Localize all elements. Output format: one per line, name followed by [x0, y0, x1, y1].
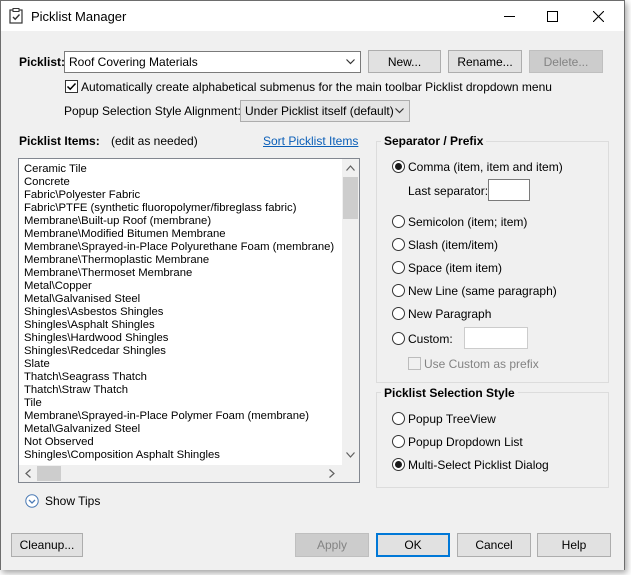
picklist-selected-value: Roof Covering Materials: [69, 55, 198, 69]
list-item[interactable]: Shingles\Redcedar Shingles: [24, 345, 342, 358]
window-title: Picklist Manager: [31, 9, 127, 24]
list-item[interactable]: Membrane\Modified Bitumen Membrane: [24, 228, 342, 241]
radio-slash[interactable]: [392, 238, 405, 251]
list-item[interactable]: Shingles\Asphalt Shingles: [24, 319, 342, 332]
radio-semicolon[interactable]: [392, 215, 405, 228]
scroll-left-icon[interactable]: [25, 469, 31, 478]
rename-picklist-button[interactable]: Rename...: [448, 50, 522, 73]
list-item[interactable]: Membrane\Sprayed-in-Place Polymer Foam (…: [24, 410, 342, 423]
selection-style-title: Picklist Selection Style: [381, 386, 518, 400]
list-item[interactable]: Thatch\Seagrass Thatch: [24, 371, 342, 384]
radio-popup-treeview[interactable]: [392, 412, 405, 425]
radio-comma-label[interactable]: Comma (item, item and item): [408, 160, 563, 174]
sort-picklist-items-link[interactable]: Sort Picklist Items: [263, 134, 358, 148]
radio-new-line[interactable]: [392, 284, 405, 297]
radio-semicolon-label[interactable]: Semicolon (item; item): [408, 215, 527, 229]
use-custom-prefix-checkbox[interactable]: [408, 357, 421, 370]
vertical-scroll-thumb[interactable]: [343, 177, 358, 219]
last-separator-input[interactable]: [488, 179, 530, 201]
radio-new-line-label[interactable]: New Line (same paragraph): [408, 284, 557, 298]
chevron-down-icon: [346, 59, 355, 65]
checkmark-icon: [66, 82, 77, 91]
radio-popup-dropdown-list[interactable]: [392, 435, 405, 448]
minimize-icon: [503, 15, 515, 17]
horizontal-scroll-thumb[interactable]: [37, 466, 61, 481]
maximize-button[interactable]: [529, 1, 575, 31]
radio-space[interactable]: [392, 261, 405, 274]
maximize-icon: [546, 10, 558, 22]
picklist-items-listbox[interactable]: Ceramic Tile Concrete Fabric\Polyester Fab…: [18, 158, 360, 483]
minimize-button[interactable]: [486, 1, 532, 31]
picklist-items-label: Picklist Items:: [19, 134, 100, 148]
picklist-dropdown[interactable]: Roof Covering Materials: [64, 51, 361, 73]
custom-separator-input[interactable]: [464, 327, 528, 349]
close-icon: [592, 10, 604, 22]
list-item[interactable]: Not Observed: [24, 436, 342, 449]
use-custom-prefix-label: Use Custom as prefix: [424, 357, 539, 371]
list-item[interactable]: Metal\Galvanized Steel: [24, 423, 342, 436]
ok-button[interactable]: OK: [376, 533, 450, 557]
radio-popup-treeview-label[interactable]: Popup TreeView: [408, 412, 496, 426]
last-separator-label: Last separator:: [408, 184, 489, 198]
separator-prefix-title: Separator / Prefix: [381, 134, 487, 148]
list-item[interactable]: Tile: [24, 397, 342, 410]
list-item[interactable]: Metal\Copper: [24, 280, 342, 293]
close-button[interactable]: [575, 1, 621, 31]
list-item[interactable]: Membrane\Sprayed-in-Place Polyurethane F…: [24, 241, 342, 254]
radio-multi-select-dialog[interactable]: [392, 458, 405, 471]
clipboard-check-icon: [9, 8, 23, 24]
vertical-scrollbar[interactable]: [342, 159, 359, 465]
list-item[interactable]: Slate: [24, 358, 342, 371]
list-item[interactable]: Concrete: [24, 176, 342, 189]
radio-slash-label[interactable]: Slash (item/item): [408, 238, 498, 252]
picklist-label: Picklist:: [19, 55, 66, 69]
horizontal-scrollbar[interactable]: [19, 465, 342, 482]
list-item[interactable]: Shingles\Hardwood Shingles: [24, 332, 342, 345]
show-tips-label[interactable]: Show Tips: [45, 494, 100, 508]
popup-alignment-label: Popup Selection Style Alignment:: [64, 104, 241, 118]
radio-popup-dropdown-list-label[interactable]: Popup Dropdown List: [408, 435, 523, 449]
radio-multi-select-dialog-label[interactable]: Multi-Select Picklist Dialog: [408, 458, 549, 472]
radio-new-paragraph[interactable]: [392, 307, 405, 320]
list-item[interactable]: Ceramic Tile: [24, 163, 342, 176]
chevron-down-icon: [395, 108, 404, 114]
delete-picklist-button[interactable]: Delete...: [529, 50, 603, 73]
title-bar[interactable]: Picklist Manager: [1, 1, 624, 31]
chevron-circle-down-icon[interactable]: [25, 494, 39, 508]
scroll-right-icon[interactable]: [329, 469, 335, 478]
list-item[interactable]: Thatch\Straw Thatch: [24, 384, 342, 397]
scroll-down-icon[interactable]: [346, 452, 355, 458]
radio-comma[interactable]: [392, 160, 405, 173]
scrollbar-corner: [342, 465, 359, 482]
list-item[interactable]: Fabric\PTFE (synthetic fluoropolymer/fib…: [24, 202, 342, 215]
new-picklist-button[interactable]: New...: [368, 50, 441, 73]
cleanup-button[interactable]: Cleanup...: [11, 533, 83, 557]
popup-alignment-dropdown[interactable]: Under Picklist itself (default): [240, 100, 410, 122]
list-item[interactable]: Metal\Galvanised Steel: [24, 293, 342, 306]
radio-custom[interactable]: [392, 332, 405, 345]
radio-new-paragraph-label[interactable]: New Paragraph: [408, 307, 491, 321]
list-item[interactable]: Shingles\Composition Asphalt Shingles: [24, 449, 342, 462]
cancel-button[interactable]: Cancel: [457, 533, 531, 557]
picklist-items-hint: (edit as needed): [111, 134, 198, 148]
radio-custom-label[interactable]: Custom:: [408, 332, 453, 346]
list-item[interactable]: Shingles\Asbestos Shingles: [24, 306, 342, 319]
picklist-items-list[interactable]: Ceramic Tile Concrete Fabric\Polyester Fab…: [24, 163, 342, 462]
picklist-manager-window: Picklist Manager Picklist: Roof Covering…: [0, 0, 625, 570]
popup-alignment-selected-value: Under Picklist itself (default): [245, 104, 394, 118]
list-item[interactable]: Membrane\Thermoset Membrane: [24, 267, 342, 280]
list-item[interactable]: Membrane\Thermoplastic Membrane: [24, 254, 342, 267]
help-button[interactable]: Help: [537, 533, 611, 557]
auto-submenus-label: Automatically create alphabetical submen…: [81, 80, 552, 94]
apply-button[interactable]: Apply: [295, 533, 369, 557]
auto-submenus-checkbox[interactable]: [65, 80, 78, 93]
list-item[interactable]: Membrane\Built-up Roof (membrane): [24, 215, 342, 228]
list-item[interactable]: Fabric\Polyester Fabric: [24, 189, 342, 202]
scroll-up-icon[interactable]: [346, 165, 355, 171]
radio-space-label[interactable]: Space (item item): [408, 261, 502, 275]
